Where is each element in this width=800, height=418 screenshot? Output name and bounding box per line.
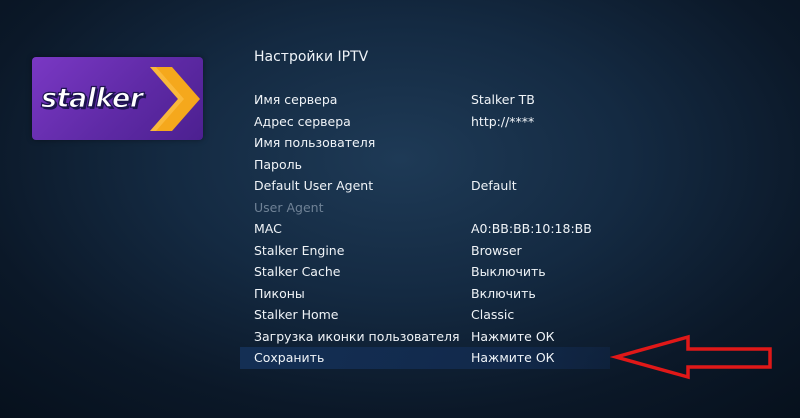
settings-row[interactable]: Stalker Home Classic xyxy=(240,304,610,326)
setting-value: Browser xyxy=(471,242,522,258)
setting-label: Stalker Home xyxy=(254,307,339,322)
settings-row[interactable]: Stalker Engine Browser xyxy=(240,240,610,262)
setting-label: Пароль xyxy=(254,156,302,172)
settings-list: Имя сервера Stalker TB Адрес сервера http:/… xyxy=(240,89,610,369)
setting-value: A0:BB:BB:10:18:BB xyxy=(471,221,592,236)
setting-label: Stalker Engine xyxy=(254,242,345,258)
settings-row[interactable]: Адрес сервера http://**** xyxy=(240,111,610,133)
settings-row[interactable]: MAC A0:BB:BB:10:18:BB xyxy=(240,218,610,240)
setting-value: http://**** xyxy=(471,113,535,129)
setting-value: Включить xyxy=(471,285,536,301)
settings-row: User Agent xyxy=(240,197,610,219)
setting-label: User Agent xyxy=(254,199,324,215)
setting-value: Выключить xyxy=(471,264,546,279)
setting-label: MAC xyxy=(254,221,282,236)
setting-value: Нажмите ОК xyxy=(471,350,555,365)
setting-label: Имя сервера xyxy=(254,92,338,107)
setting-label: Default User Agent xyxy=(254,178,374,193)
red-arrow-left-icon xyxy=(610,334,772,380)
page-title: Настройки IPTV xyxy=(254,49,369,65)
settings-row[interactable]: Default User Agent Default xyxy=(240,175,610,197)
setting-label: Пиконы xyxy=(254,285,305,301)
settings-row[interactable]: Пиконы Включить xyxy=(240,283,610,305)
stalker-logo: stalker xyxy=(32,57,203,140)
setting-label: Имя пользователя xyxy=(254,135,376,150)
logo-text: stalker xyxy=(40,82,143,114)
settings-row[interactable]: Имя сервера Stalker TB xyxy=(240,89,610,111)
setting-label: Адрес сервера xyxy=(254,113,351,129)
setting-value: Classic xyxy=(471,307,515,322)
setting-label: Сохранить xyxy=(254,350,325,365)
settings-row[interactable]: Загрузка иконки пользователя Нажмите ОК xyxy=(240,326,610,348)
settings-row[interactable]: Сохранить Нажмите ОК xyxy=(240,347,610,369)
settings-row[interactable]: Stalker Cache Выключить xyxy=(240,261,610,283)
setting-value: Нажмите ОК xyxy=(471,328,555,344)
setting-label: Загрузка иконки пользователя xyxy=(254,328,460,344)
setting-label: Stalker Cache xyxy=(254,264,341,279)
settings-row[interactable]: Пароль xyxy=(240,154,610,176)
setting-value: Stalker TB xyxy=(471,92,535,107)
setting-value: Default xyxy=(471,178,517,193)
settings-row[interactable]: Имя пользователя xyxy=(240,132,610,154)
